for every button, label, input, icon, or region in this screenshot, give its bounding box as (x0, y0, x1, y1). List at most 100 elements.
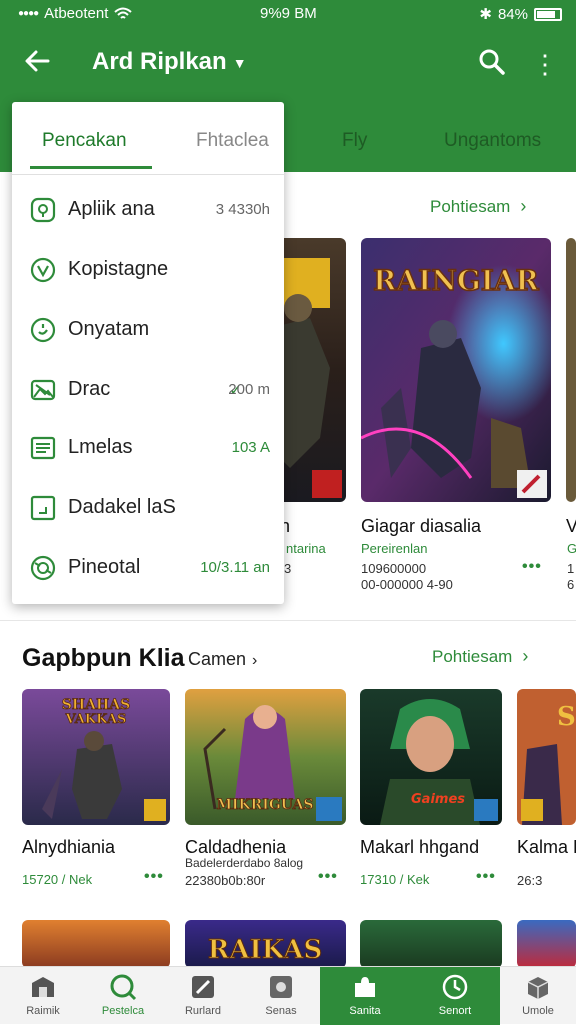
menu-tab-fhtaclea[interactable]: Fhtaclea (196, 130, 269, 152)
carrier-name: Atbeotent (44, 5, 109, 22)
status-time: 9%9 BM (260, 5, 317, 22)
game-title: Alnydhiania (22, 837, 116, 857)
game-art-title: RAIKAS (208, 935, 322, 965)
game-art: RAIKAS (207, 935, 322, 966)
menu-tab-pencakan[interactable]: Pencakan (42, 130, 127, 152)
more-options-icon[interactable]: ••• (318, 868, 338, 886)
menu-item-label: Dadakel laS (68, 496, 176, 518)
square-icon (30, 495, 56, 521)
menu-item-dadakel[interactable]: Dadakel laS (12, 484, 284, 534)
store-icon (32, 977, 54, 997)
menu-item-label: Kopistagne (68, 258, 169, 280)
chevron-right-icon: › (520, 196, 527, 216)
game-subtitle: G (567, 541, 576, 556)
game-title: Kalma L (517, 837, 576, 857)
game-card-image[interactable]: RAIKAS (185, 920, 346, 968)
game-title: Makarl hhgand (360, 837, 480, 857)
divider (12, 174, 284, 175)
search-icon[interactable] (478, 48, 510, 80)
chat-icon (30, 317, 56, 343)
game-art-title: SHAHAS (62, 697, 130, 713)
more-options-icon[interactable]: ••• (476, 868, 496, 886)
game-card-image[interactable]: SHAHAS VAKKAS (22, 689, 170, 825)
menu-item-value: 10/3.11 an (200, 559, 270, 576)
app-title-dropdown[interactable]: Ard Riplkan ▼ (92, 48, 247, 76)
nav-label: Sanita (349, 1005, 381, 1017)
nav-item-umole[interactable]: Umole (500, 967, 576, 1025)
game-art: SHAHAS VAKKAS (22, 689, 170, 825)
nav-label: Raimik (26, 1005, 60, 1017)
battery-percent: 84% (497, 5, 528, 23)
menu-item-value: 3 4330h (215, 201, 270, 218)
chevron-right-icon: › (252, 652, 258, 669)
menu-item-drac[interactable]: Drac ✓ 200 m (12, 366, 284, 416)
nav-item-raimik[interactable]: Raimik (2, 967, 84, 1025)
game-subtitle: Pereirenlan (361, 541, 428, 556)
see-more-label: Pohtiesam (432, 647, 513, 666)
menu-item-label: Onyatam (68, 318, 150, 340)
nav-item-pestelca[interactable]: Pestelca (82, 967, 164, 1025)
section-subtitle: Camen (188, 649, 247, 669)
tab-fly[interactable]: Fly (342, 130, 367, 152)
section-title: Gapbpun Klia (22, 644, 185, 672)
bottom-navigation: Raimik Pestelca Rurlard Senas Sanita Sen… (0, 966, 576, 1025)
more-options-icon[interactable]: ••• (522, 558, 542, 576)
menu-item-lmelas[interactable]: Lmelas 103 A (12, 424, 284, 474)
menu-item-pineotal[interactable]: Pineotal 10/3.11 an (12, 544, 284, 594)
nav-label: Senort (438, 1005, 472, 1017)
menu-item-label: Drac (68, 378, 111, 400)
menu-item-label: Lmelas (68, 436, 133, 458)
game-card-image[interactable] (517, 920, 576, 968)
puzzle-icon (355, 977, 375, 997)
nav-item-senas[interactable]: Senas (240, 967, 322, 1025)
game-title: Caldadhenia (185, 837, 287, 857)
chevron-down-icon: ▼ (232, 54, 247, 71)
game-card-image[interactable] (360, 920, 502, 968)
more-vert-icon[interactable]: ⋮ (532, 48, 558, 80)
tab-indicator (30, 166, 152, 169)
badge-icon (30, 555, 56, 581)
game-title: Giagar diasalia (361, 516, 482, 536)
menu-item-onyatam[interactable]: Onyatam (12, 306, 284, 356)
menu-item-value: 103 A (231, 439, 270, 456)
game-meta: 1 (567, 561, 575, 576)
game-art-title: VAKKAS (65, 712, 127, 727)
section1-see-more-link[interactable]: Pohtiesam › (430, 196, 526, 217)
dropdown-menu: Pencakan Fhtaclea Apliik ana 3 4330h Kop… (12, 102, 284, 604)
section-subtitle-link[interactable]: Camen › (188, 649, 257, 670)
signal-icon: ●●●● (18, 8, 39, 19)
shield-icon (30, 197, 56, 223)
game-meta: 00-000000 4-90 (361, 577, 453, 592)
menu-item-kopistagne[interactable]: Kopistagne (12, 246, 284, 296)
app-title: Ard Riplkan (92, 48, 227, 75)
more-options-icon[interactable]: ••• (144, 868, 164, 886)
apps-icon (270, 976, 292, 998)
section2-see-more-link[interactable]: Pohtiesam › (432, 646, 528, 667)
game-card-image[interactable]: Gaimes (360, 689, 502, 825)
bluetooth-icon: ✱ (479, 6, 492, 23)
game-card-image[interactable]: S (517, 689, 576, 825)
back-arrow-icon[interactable] (22, 46, 58, 82)
nav-item-rurlard[interactable]: Rurlard (162, 967, 244, 1025)
game-card-image[interactable] (566, 238, 576, 502)
clock-icon (442, 974, 468, 1000)
nav-item-sanita[interactable]: Sanita (320, 967, 410, 1025)
game-card-image[interactable]: MIKRIGUAS (185, 689, 346, 825)
nav-label: Senas (265, 1005, 297, 1017)
menu-item-apliik[interactable]: Apliik ana 3 4330h (12, 186, 284, 236)
image-icon (30, 379, 56, 401)
game-meta: 15720 / Nek (22, 872, 93, 887)
nav-item-senort[interactable]: Senort (410, 967, 500, 1025)
game-meta: 17310 / Kek (360, 872, 430, 887)
tab-ungantoms[interactable]: Ungantoms (444, 130, 541, 152)
game-card-image[interactable] (22, 920, 170, 968)
game-art-title: Gaimes (411, 792, 465, 807)
see-more-label: Pohtiesam (430, 197, 511, 216)
list-icon (30, 436, 56, 460)
game-card-image[interactable]: RAINGIAR (361, 238, 551, 502)
chevron-right-icon: › (522, 646, 529, 666)
game-art: S (517, 689, 576, 825)
status-bar: ●●●● Atbeotent 9%9 BM ✱ 84% (0, 0, 576, 28)
divider (0, 620, 576, 621)
game-icon (192, 976, 214, 998)
